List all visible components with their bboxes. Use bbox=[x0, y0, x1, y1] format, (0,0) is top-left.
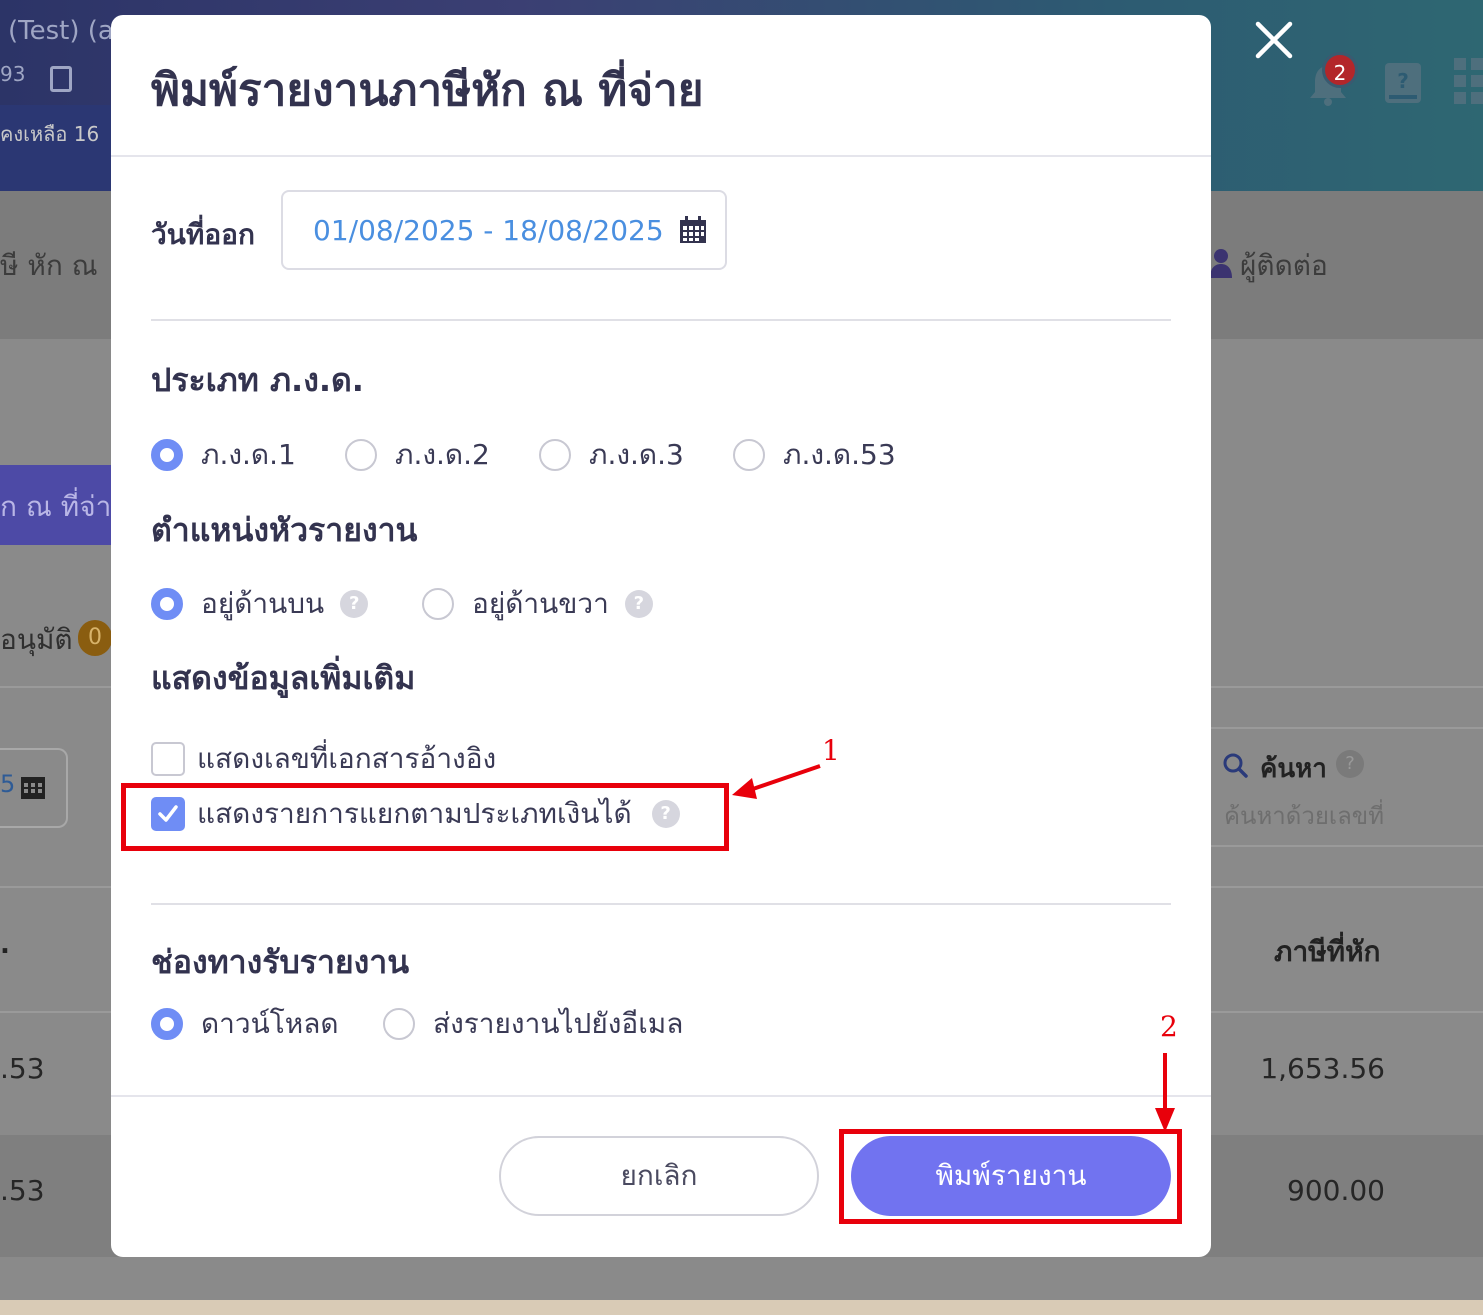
arrow-2-head bbox=[1155, 1108, 1175, 1132]
arrow-1 bbox=[749, 764, 821, 792]
arrow-1-head bbox=[732, 778, 757, 799]
annotation-arrows bbox=[732, 764, 1175, 1132]
